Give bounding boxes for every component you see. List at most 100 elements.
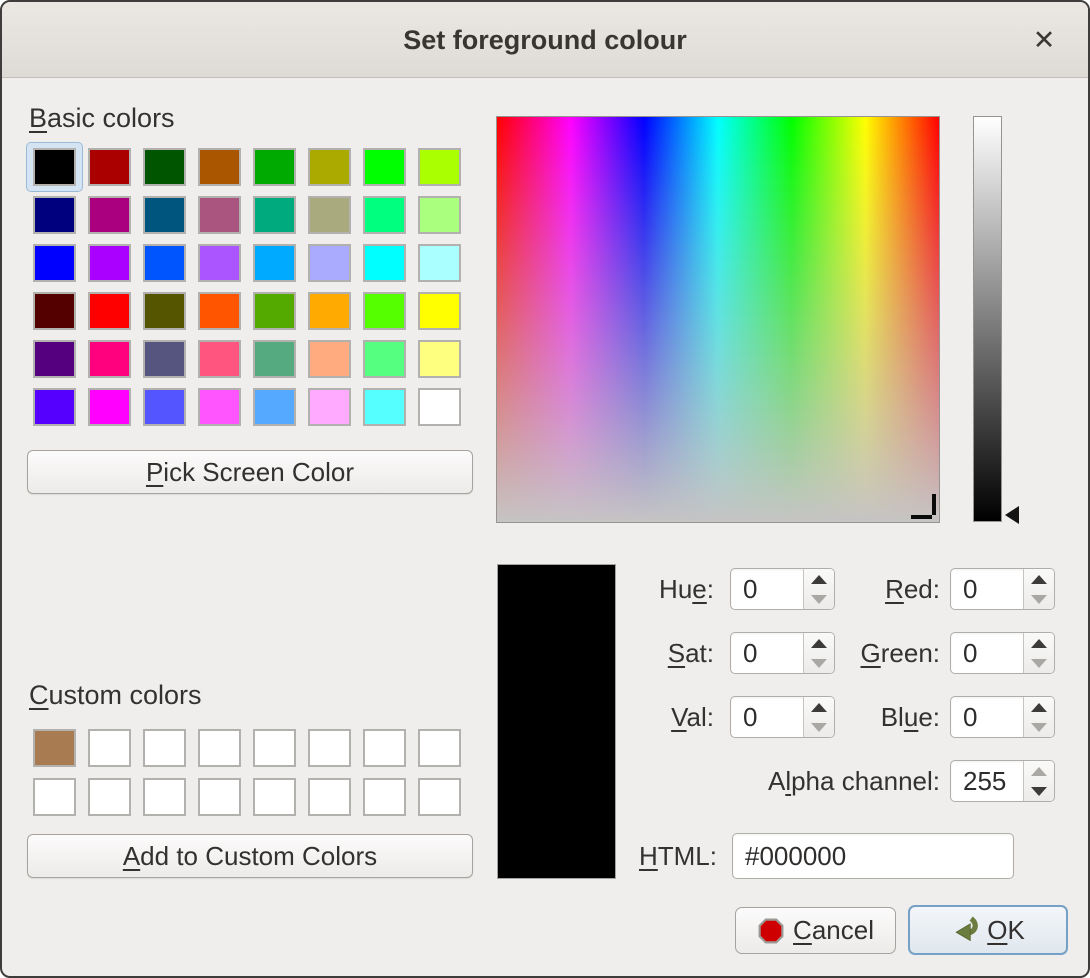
- basic-color-swatch[interactable]: [27, 335, 82, 383]
- basic-color-swatch[interactable]: [82, 239, 137, 287]
- basic-color-swatch[interactable]: [412, 191, 467, 239]
- sat-label: Sat:: [592, 632, 714, 674]
- basic-color-swatch[interactable]: [412, 239, 467, 287]
- basic-color-swatch[interactable]: [137, 239, 192, 287]
- custom-color-swatch[interactable]: [137, 772, 192, 821]
- val-value[interactable]: 0: [731, 697, 803, 737]
- value-slider-handle-icon[interactable]: [1005, 506, 1019, 524]
- basic-color-swatch[interactable]: [137, 191, 192, 239]
- swatch-color: [143, 148, 186, 186]
- basic-color-swatch[interactable]: [82, 383, 137, 431]
- custom-color-swatch[interactable]: [247, 772, 302, 821]
- basic-color-swatch[interactable]: [412, 383, 467, 431]
- basic-color-swatch[interactable]: [192, 143, 247, 191]
- basic-color-swatch[interactable]: [247, 143, 302, 191]
- basic-color-swatch[interactable]: [247, 287, 302, 335]
- hue-saturation-gradient[interactable]: [496, 116, 940, 523]
- alpha-value[interactable]: 255: [951, 761, 1023, 801]
- basic-color-swatch[interactable]: [357, 287, 412, 335]
- basic-color-swatch[interactable]: [137, 383, 192, 431]
- custom-color-swatch[interactable]: [412, 723, 467, 772]
- basic-color-swatch[interactable]: [27, 239, 82, 287]
- swatch-color: [88, 388, 131, 426]
- add-to-custom-colors-button[interactable]: Add to Custom Colors: [27, 834, 473, 878]
- custom-color-swatch[interactable]: [247, 723, 302, 772]
- basic-color-swatch[interactable]: [302, 287, 357, 335]
- basic-color-swatch[interactable]: [357, 335, 412, 383]
- custom-color-swatch[interactable]: [82, 772, 137, 821]
- basic-color-swatch[interactable]: [82, 191, 137, 239]
- custom-color-swatch[interactable]: [137, 723, 192, 772]
- basic-color-swatch[interactable]: [247, 383, 302, 431]
- green-spinbox[interactable]: 0: [950, 632, 1055, 674]
- basic-color-swatch[interactable]: [82, 287, 137, 335]
- basic-color-swatch[interactable]: [137, 335, 192, 383]
- basic-color-swatch[interactable]: [27, 191, 82, 239]
- basic-color-swatch[interactable]: [412, 287, 467, 335]
- basic-color-swatch[interactable]: [27, 287, 82, 335]
- basic-color-swatch[interactable]: [27, 383, 82, 431]
- basic-color-swatch[interactable]: [357, 143, 412, 191]
- basic-color-swatch[interactable]: [302, 383, 357, 431]
- basic-color-swatch[interactable]: [247, 335, 302, 383]
- hue-value[interactable]: 0: [731, 569, 803, 609]
- basic-color-swatch[interactable]: [192, 239, 247, 287]
- basic-color-swatch[interactable]: [357, 239, 412, 287]
- basic-color-swatch[interactable]: [302, 191, 357, 239]
- basic-color-swatch[interactable]: [137, 287, 192, 335]
- basic-color-swatch[interactable]: [82, 143, 137, 191]
- pick-screen-color-button[interactable]: Pick Screen Color: [27, 450, 473, 494]
- cancel-button[interactable]: Cancel: [735, 907, 896, 954]
- basic-color-swatch[interactable]: [82, 335, 137, 383]
- red-value[interactable]: 0: [951, 569, 1023, 609]
- basic-color-swatch[interactable]: [192, 335, 247, 383]
- basic-color-swatch[interactable]: [247, 239, 302, 287]
- custom-color-swatch[interactable]: [192, 772, 247, 821]
- sat-spinbox[interactable]: 0: [730, 632, 835, 674]
- blue-decrement-button[interactable]: [1024, 717, 1054, 737]
- red-increment-button[interactable]: [1024, 569, 1054, 589]
- html-color-input[interactable]: [732, 833, 1014, 879]
- sat-value[interactable]: 0: [731, 633, 803, 673]
- basic-color-swatch[interactable]: [357, 383, 412, 431]
- ok-button[interactable]: OK: [908, 905, 1068, 955]
- red-spinbox[interactable]: 0: [950, 568, 1055, 610]
- green-increment-button[interactable]: [1024, 633, 1054, 653]
- val-spinbox[interactable]: 0: [730, 696, 835, 738]
- value-slider[interactable]: [973, 116, 1002, 522]
- basic-color-swatch[interactable]: [137, 143, 192, 191]
- basic-color-swatch[interactable]: [192, 287, 247, 335]
- basic-color-swatch[interactable]: [27, 143, 82, 191]
- swatch-color: [308, 292, 351, 330]
- custom-color-swatch[interactable]: [27, 772, 82, 821]
- custom-color-swatch[interactable]: [357, 772, 412, 821]
- alpha-increment-button[interactable]: [1024, 761, 1054, 781]
- close-icon[interactable]: ✕: [1026, 20, 1062, 60]
- green-value[interactable]: 0: [951, 633, 1023, 673]
- custom-color-swatch[interactable]: [27, 723, 82, 772]
- basic-color-swatch[interactable]: [412, 143, 467, 191]
- basic-color-swatch[interactable]: [302, 143, 357, 191]
- basic-color-swatch[interactable]: [412, 335, 467, 383]
- blue-increment-button[interactable]: [1024, 697, 1054, 717]
- basic-color-swatch[interactable]: [302, 239, 357, 287]
- swatch-color: [198, 196, 241, 234]
- alpha-decrement-button[interactable]: [1024, 781, 1054, 801]
- green-decrement-button[interactable]: [1024, 653, 1054, 673]
- hue-spinbox[interactable]: 0: [730, 568, 835, 610]
- blue-spinbox[interactable]: 0: [950, 696, 1055, 738]
- custom-color-swatch[interactable]: [302, 723, 357, 772]
- basic-color-swatch[interactable]: [192, 383, 247, 431]
- custom-color-swatch[interactable]: [192, 723, 247, 772]
- custom-color-swatch[interactable]: [302, 772, 357, 821]
- blue-value[interactable]: 0: [951, 697, 1023, 737]
- basic-color-swatch[interactable]: [357, 191, 412, 239]
- custom-color-swatch[interactable]: [412, 772, 467, 821]
- custom-color-swatch[interactable]: [82, 723, 137, 772]
- custom-color-swatch[interactable]: [357, 723, 412, 772]
- alpha-spinbox[interactable]: 255: [950, 760, 1055, 802]
- basic-color-swatch[interactable]: [192, 191, 247, 239]
- basic-color-swatch[interactable]: [247, 191, 302, 239]
- basic-color-swatch[interactable]: [302, 335, 357, 383]
- red-decrement-button[interactable]: [1024, 589, 1054, 609]
